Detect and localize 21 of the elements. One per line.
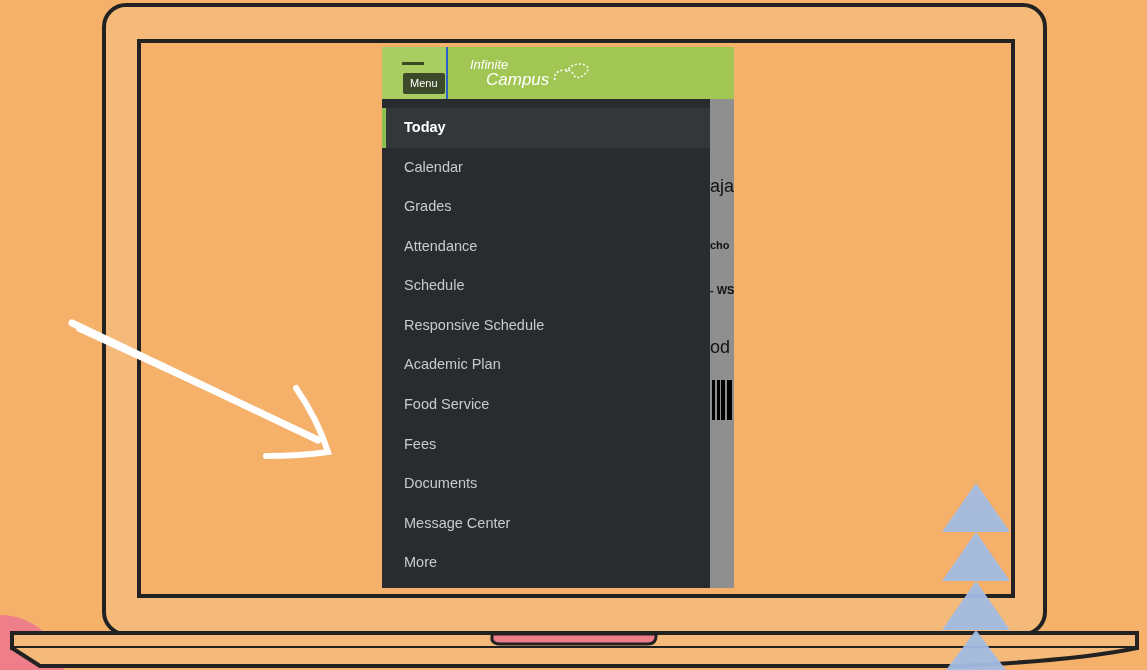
menu-item[interactable]: Message Center: [382, 503, 710, 544]
menu-item[interactable]: Grades: [382, 187, 710, 227]
menu-item[interactable]: Fees: [382, 424, 710, 465]
logo-text: Infinite: [470, 58, 510, 71]
menu-item[interactable]: Food Service: [382, 385, 710, 425]
menu-item[interactable]: Calendar: [382, 147, 710, 188]
text-fragment: aja: [710, 177, 734, 195]
text-fragment: cho: [710, 240, 731, 251]
menu-item[interactable]: Responsive Schedule: [382, 305, 710, 346]
text-fragment: od: [710, 338, 732, 356]
logo-text: Campus: [486, 71, 550, 88]
menu-item[interactable]: Documents: [382, 464, 710, 504]
menu-item[interactable]: Today: [382, 108, 710, 148]
menu-icon[interactable]: [402, 62, 424, 65]
barcode-icon: [710, 380, 732, 420]
menu-tooltip: Menu: [403, 73, 445, 94]
menu-item[interactable]: More: [382, 543, 710, 584]
menu-item[interactable]: Attendance: [382, 226, 710, 267]
menu-item[interactable]: Schedule: [382, 266, 710, 306]
menu-item[interactable]: Academic Plan: [382, 345, 710, 386]
text-fragment: - WS: [710, 285, 734, 296]
